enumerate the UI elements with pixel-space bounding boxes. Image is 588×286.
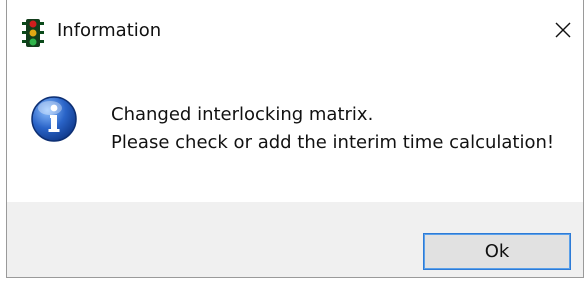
title-bar[interactable]: Information bbox=[7, 0, 583, 62]
message-line: Please check or add the interim time cal… bbox=[111, 132, 555, 153]
dialog-title: Information bbox=[57, 20, 162, 41]
message-line: Changed interlocking matrix. bbox=[111, 104, 374, 125]
button-bar: Ok bbox=[7, 202, 583, 277]
dialog-message: Changed interlocking matrix. Please chec… bbox=[111, 101, 554, 157]
message-area: Changed interlocking matrix. Please chec… bbox=[7, 62, 583, 202]
information-dialog: Information Changed interlocking matrix.… bbox=[6, 0, 584, 278]
close-icon bbox=[554, 21, 572, 43]
close-button[interactable] bbox=[543, 10, 583, 54]
ok-button[interactable]: Ok bbox=[423, 233, 571, 270]
traffic-light-icon bbox=[22, 19, 44, 49]
info-icon bbox=[30, 95, 78, 143]
